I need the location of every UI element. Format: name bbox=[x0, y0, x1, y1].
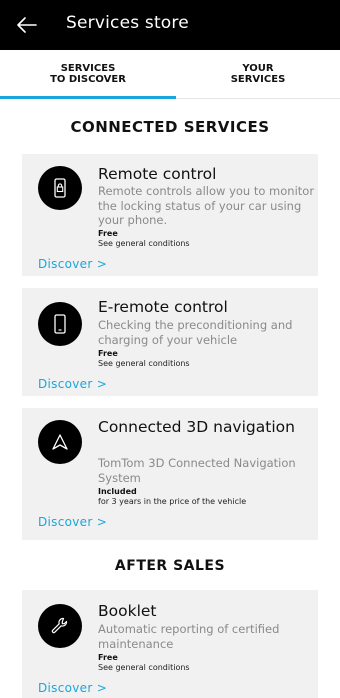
service-name: Booklet bbox=[98, 602, 157, 620]
discover-link[interactable]: Discover > bbox=[38, 515, 107, 529]
service-description: Remote controls allow you to monitor the… bbox=[98, 184, 315, 227]
phone-lock-icon bbox=[38, 166, 82, 210]
service-price: Free bbox=[98, 653, 118, 662]
general-conditions-link[interactable]: See general conditions bbox=[98, 359, 190, 368]
service-price: Included bbox=[98, 487, 137, 496]
navigation-arrow-icon bbox=[38, 420, 82, 464]
wrench-icon bbox=[38, 604, 82, 648]
service-card-connected-3d-navigation: Connected 3D navigation TomTom 3D Connec… bbox=[22, 408, 318, 540]
discover-link[interactable]: Discover > bbox=[38, 681, 107, 695]
service-name: E-remote control bbox=[98, 298, 228, 316]
page-title: Services store bbox=[66, 13, 189, 33]
service-name: Remote control bbox=[98, 165, 217, 183]
service-card-e-remote-control: E-remote control Checking the preconditi… bbox=[22, 288, 318, 396]
tab-bar: SERVICES TO DISCOVER YOUR SERVICES bbox=[0, 50, 340, 99]
service-description: Automatic reporting of certified mainten… bbox=[98, 622, 280, 651]
service-price: Free bbox=[98, 229, 118, 238]
app-header: Services store bbox=[0, 0, 340, 50]
general-conditions-link[interactable]: See general conditions bbox=[98, 239, 190, 248]
service-name: Connected 3D navigation bbox=[98, 418, 295, 436]
service-description: TomTom 3D Connected Navigation System bbox=[98, 456, 296, 485]
arrow-left-icon[interactable] bbox=[14, 12, 40, 38]
section-title-connected-services: CONNECTED SERVICES bbox=[70, 118, 270, 136]
service-card-booklet: Booklet Automatic reporting of certified… bbox=[22, 590, 318, 698]
active-tab-indicator bbox=[0, 96, 176, 99]
general-conditions-link[interactable]: See general conditions bbox=[98, 663, 190, 672]
service-description: Checking the preconditioning and chargin… bbox=[98, 318, 293, 347]
service-price: Free bbox=[98, 349, 118, 358]
tab-services-to-discover[interactable]: SERVICES TO DISCOVER bbox=[0, 50, 176, 98]
section-title-after-sales: AFTER SALES bbox=[114, 558, 226, 574]
tab-your-services[interactable]: YOUR SERVICES bbox=[176, 50, 340, 98]
service-card-remote-control: Remote control Remote controls allow you… bbox=[22, 154, 318, 276]
service-condition: for 3 years in the price of the vehicle bbox=[98, 497, 247, 506]
discover-link[interactable]: Discover > bbox=[38, 377, 107, 391]
discover-link[interactable]: Discover > bbox=[38, 257, 107, 271]
phone-icon bbox=[38, 302, 82, 346]
